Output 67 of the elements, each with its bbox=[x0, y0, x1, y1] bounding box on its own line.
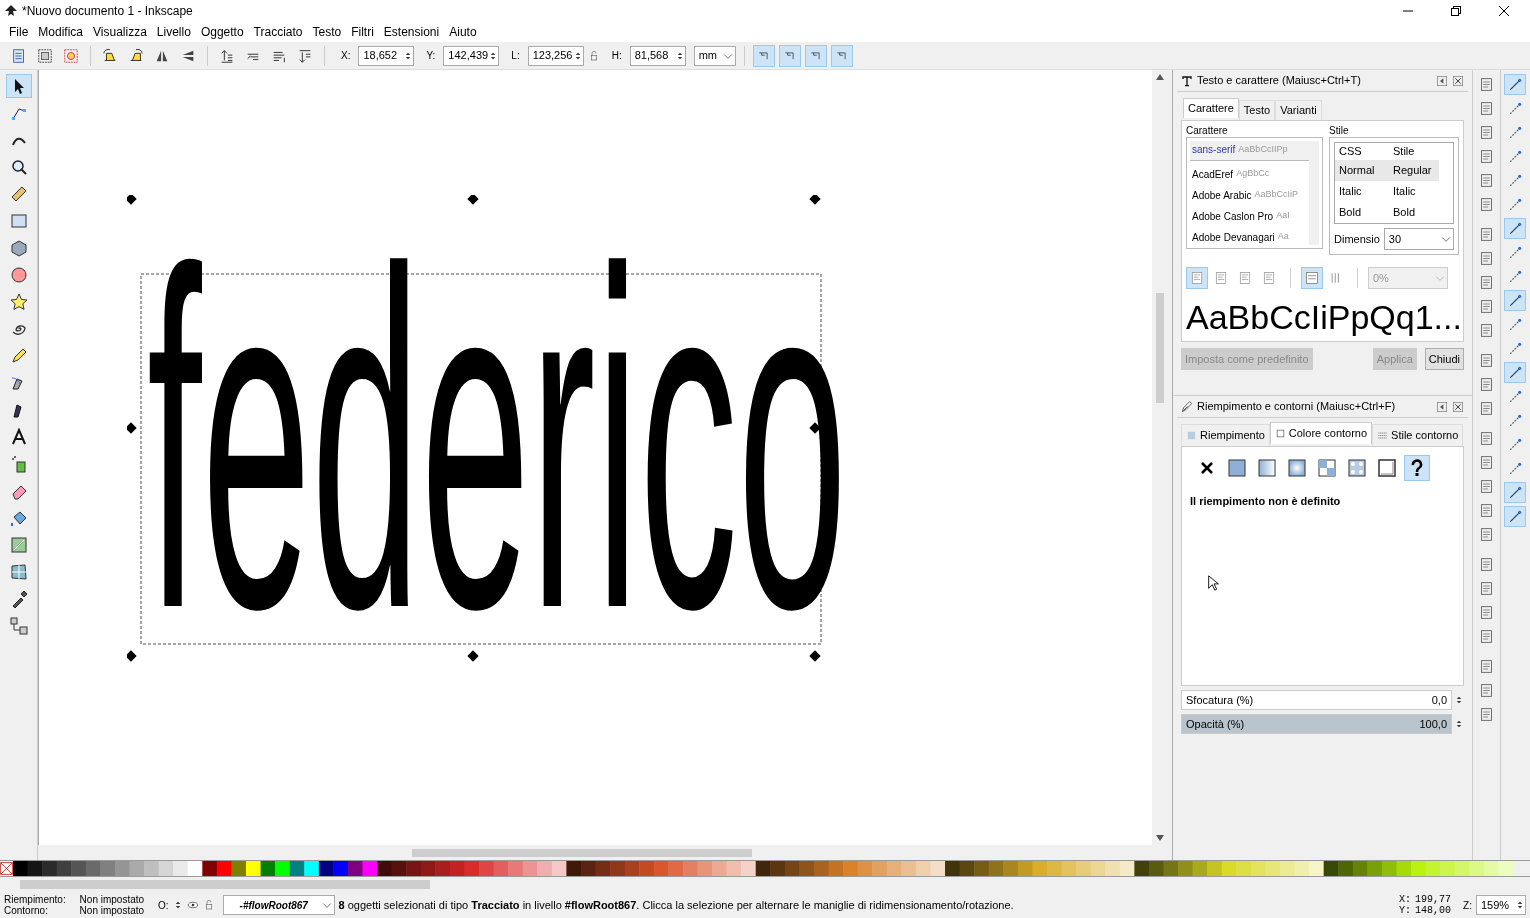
menu-item[interactable]: Testo bbox=[307, 23, 347, 41]
field-label: Dimensio bbox=[1334, 231, 1380, 247]
blur-field[interactable]: Sfocatura (%) 0,0 bbox=[1181, 690, 1452, 710]
group-label: Stile bbox=[1329, 125, 1350, 137]
zoom-field[interactable]: 159% bbox=[1476, 895, 1526, 915]
tab[interactable]: Carattere bbox=[1183, 98, 1239, 118]
column-header: CSS bbox=[1338, 144, 1363, 160]
field-label: X: bbox=[341, 49, 351, 63]
font-preview: AaI bbox=[1276, 209, 1290, 223]
font-list-item[interactable]: AcadEref AgBbCc bbox=[1190, 166, 1309, 182]
number-field[interactable]: 123,256 bbox=[527, 45, 584, 66]
panel-title: Testo e carattere (Maiusc+Ctrl+T) bbox=[1197, 73, 1362, 89]
font-preview: AaBbCcIIPp bbox=[1238, 142, 1288, 156]
opacity-field[interactable]: Opacità (%) 100,0 bbox=[1181, 714, 1452, 734]
menu-item[interactable]: File bbox=[4, 23, 34, 41]
number-field[interactable]: 81,568 bbox=[629, 45, 686, 66]
font-preview: Aa bbox=[1277, 230, 1289, 244]
panel-title: Riempimento e contorni (Maiusc+Ctrl+F) bbox=[1197, 399, 1397, 415]
drawing-canvas[interactable]: federico bbox=[38, 70, 1152, 845]
status-message: 8 oggetti selezionati di tipo Tracciato in livello #flowRoot867. Clicca la selezione per alternare le maniglie di ridimensionamento/rotazione. bbox=[338, 897, 1015, 913]
field-label: L: bbox=[511, 49, 520, 63]
window-title: *Nuovo documento 1 - Inkscape bbox=[22, 3, 193, 20]
menu-item[interactable]: Oggetto bbox=[195, 23, 249, 41]
menu-item[interactable]: Visualizza bbox=[88, 23, 152, 41]
font-preview: AaBbCcIiP bbox=[1254, 188, 1299, 202]
coordinate-label: Y: bbox=[1399, 905, 1412, 916]
tab[interactable]: Varianti bbox=[1275, 100, 1322, 120]
layer-dropdown[interactable]: -#flowRoot867 bbox=[222, 895, 335, 915]
style-row[interactable]: Italic Italic bbox=[1335, 181, 1439, 202]
font-list-item[interactable]: Adobe Caslon Pro AaI bbox=[1190, 208, 1309, 224]
group-label: Carattere bbox=[1186, 125, 1229, 137]
font-size-dropdown[interactable]: 30 bbox=[1383, 228, 1454, 250]
coordinate-label: X: bbox=[1399, 894, 1412, 905]
zoom-label: Z: bbox=[1463, 898, 1472, 913]
font-list-item[interactable]: Adobe Arabic AaBbCcIiP bbox=[1190, 187, 1309, 203]
coordinate-value: 148,00 bbox=[1415, 905, 1452, 916]
menu-item[interactable]: Modifica bbox=[33, 23, 89, 41]
menu-item[interactable]: Livello bbox=[151, 23, 196, 41]
font-list-item[interactable]: sans-serif AaBbCcIIPp bbox=[1190, 141, 1309, 161]
field-label: H: bbox=[611, 49, 622, 63]
font-preview-text: AaBbCcIiPpQq1... bbox=[1186, 297, 1459, 337]
opacity-label: O: bbox=[158, 898, 169, 913]
number-field[interactable]: 142,439 bbox=[443, 45, 500, 66]
tab[interactable]: Stile contorno bbox=[1372, 424, 1464, 446]
fill-value: Non impostato bbox=[79, 894, 146, 905]
style-row[interactable]: Normal Regular bbox=[1335, 160, 1439, 181]
tab[interactable]: Colore contorno bbox=[1269, 422, 1373, 444]
tab[interactable]: Riempimento bbox=[1181, 424, 1270, 446]
canvas-text[interactable]: federico bbox=[147, 200, 848, 680]
menu-item[interactable]: Tracciato bbox=[248, 23, 308, 41]
coordinate-value: 199,77 bbox=[1415, 894, 1452, 905]
style-row[interactable]: Bold Bold bbox=[1335, 202, 1439, 223]
menu-item[interactable]: Filtri bbox=[346, 23, 379, 41]
unit-dropdown[interactable]: mm bbox=[693, 45, 737, 66]
font-list-item[interactable]: Adobe Devanagari Aa bbox=[1190, 229, 1309, 245]
fill-label: Riempimento: bbox=[4, 894, 67, 905]
stroke-label: Contorno: bbox=[4, 905, 48, 916]
menu-item[interactable]: Aiuto bbox=[444, 23, 482, 41]
tab[interactable]: Testo bbox=[1238, 100, 1276, 120]
font-preview: AgBbCc bbox=[1236, 167, 1270, 181]
status-message: Il riempimento non è definito bbox=[1190, 494, 1342, 509]
column-header: Stile bbox=[1392, 144, 1416, 160]
dialog-button[interactable]: Chiudi bbox=[1424, 348, 1464, 370]
stroke-value: Non impostato bbox=[79, 905, 146, 916]
number-field[interactable]: 18,652 bbox=[358, 45, 415, 66]
menu-item[interactable]: Estensioni bbox=[378, 23, 445, 41]
field-label: Y: bbox=[426, 49, 436, 63]
